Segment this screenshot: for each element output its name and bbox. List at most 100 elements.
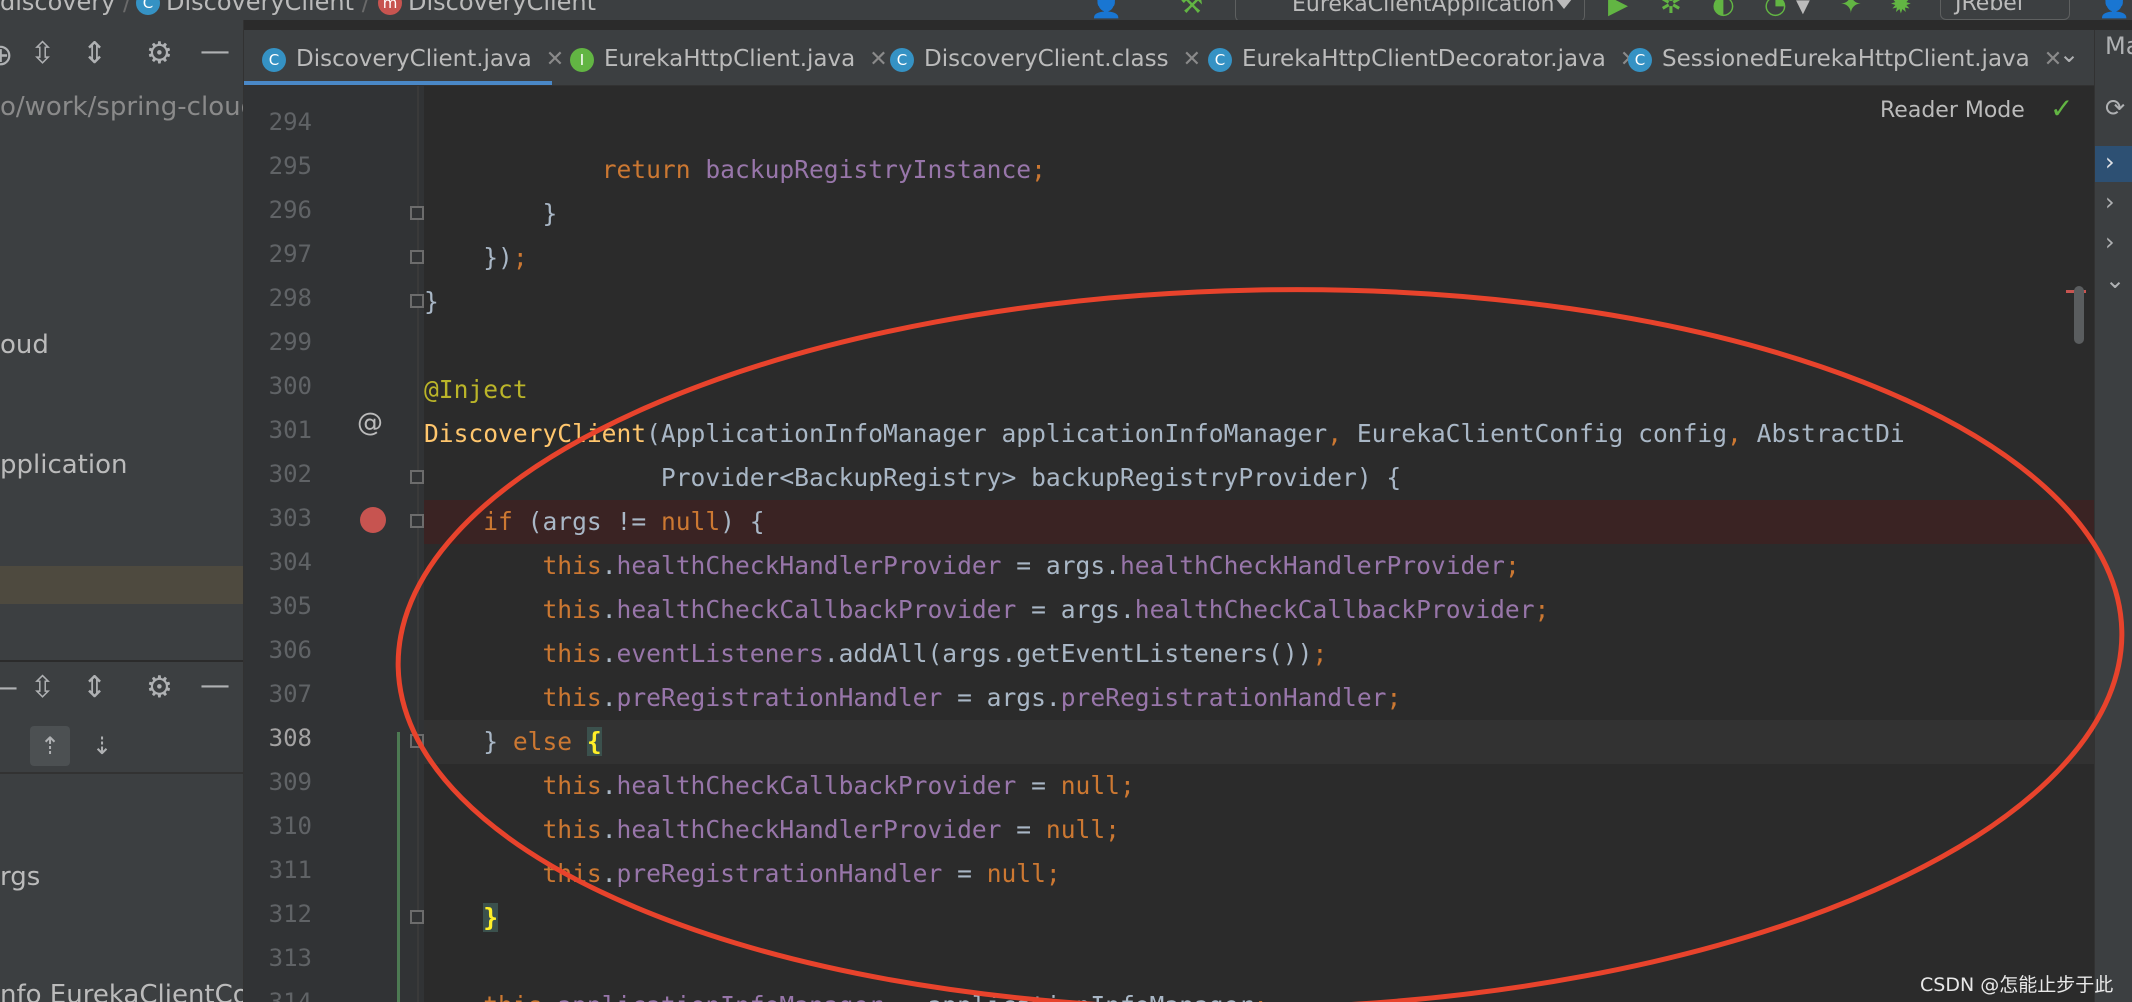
code-line[interactable]: this.healthCheckCallbackProvider = null; — [424, 764, 2094, 808]
code-line[interactable]: DiscoveryClient(ApplicationInfoManager a… — [424, 412, 2094, 456]
line-number: 296 — [268, 196, 312, 224]
locate-icon[interactable]: ⊕ — [0, 38, 13, 73]
vcs-change-marker[interactable] — [397, 732, 400, 1002]
line-number: 307 — [268, 680, 312, 708]
code-editor[interactable]: 294 295 296 297 298 299 300 301 302 303 … — [244, 86, 2094, 1002]
close-icon[interactable]: ✕ — [869, 47, 887, 72]
code-line[interactable]: this.preRegistrationHandler = args.preRe… — [424, 676, 2094, 720]
code-line[interactable]: }); — [424, 236, 2094, 280]
debug-icon[interactable]: ✲ — [1660, 0, 1682, 20]
tab-eurekahttpclient-java[interactable]: I EurekaHttpClient.java ✕ — [570, 30, 888, 85]
code-line[interactable]: } — [424, 896, 2094, 940]
code-line[interactable]: this.preRegistrationHandler = null; — [424, 852, 2094, 896]
chevron-down-icon[interactable]: ⌄ — [2105, 266, 2125, 294]
close-icon[interactable]: ✕ — [546, 47, 564, 72]
code-line[interactable]: this.eventListeners.addAll(args.getEvent… — [424, 632, 2094, 676]
code-line[interactable]: @Inject — [424, 368, 2094, 412]
jrebel-select[interactable]: JRebel — [1940, 0, 2070, 20]
hide-icon[interactable]: — — [200, 668, 230, 703]
code-line[interactable] — [424, 104, 2094, 148]
hide-icon[interactable]: — — [200, 34, 230, 69]
tree-item-cloud[interactable]: oud — [0, 330, 49, 360]
code-line[interactable]: return backupRegistryInstance; — [424, 148, 2094, 192]
code-line[interactable]: this.healthCheckHandlerProvider = args.h… — [424, 544, 2094, 588]
breadcrumb-class[interactable]: C DiscoveryClient / — [136, 0, 370, 16]
code-line[interactable]: } — [424, 192, 2094, 236]
chevron-down-icon[interactable]: ▼ — [1796, 0, 1810, 17]
code-line[interactable] — [424, 324, 2094, 368]
code-line[interactable] — [424, 940, 2094, 984]
collapse-all-icon[interactable]: ⇕ — [82, 670, 107, 705]
gear-icon[interactable]: ⚙ — [146, 36, 173, 71]
line-number: 302 — [268, 460, 312, 488]
gear-icon[interactable]: ⚙ — [146, 670, 173, 705]
line-number: 312 — [268, 900, 312, 928]
expand-all-icon[interactable]: ⇳ — [30, 670, 55, 705]
coverage-icon[interactable]: ◐ — [1712, 0, 1735, 20]
run-configuration-select[interactable]: EurekaClientApplication — [1235, 0, 1585, 20]
vertical-scrollbar[interactable] — [2074, 286, 2084, 344]
line-number: 297 — [268, 240, 312, 268]
selected-tree-row[interactable] — [0, 566, 243, 604]
tab-sessionedeurekahttpclient-java[interactable]: C SessionedEurekaHttpClient.java ✕ — [1628, 30, 2062, 85]
breadcrumb-module[interactable]: discovery / — [0, 0, 131, 16]
hide-icon[interactable]: — — [0, 670, 18, 705]
project-toolbar: ⊕ ⇳ ⇕ ⚙ — — [0, 30, 243, 92]
line-number: 303 — [268, 504, 312, 532]
tab-discoveryclient-class[interactable]: C DiscoveryClient.class ✕ — [890, 30, 1201, 85]
step-into-icon[interactable]: ⇣ — [82, 726, 122, 766]
left-tool-window: ⊕ ⇳ ⇕ ⚙ — o/work/spring-cloud oud pplica… — [0, 20, 244, 1002]
line-number: 309 — [268, 768, 312, 796]
panel-divider — [0, 660, 243, 662]
close-icon[interactable]: ✕ — [1183, 47, 1201, 72]
fold-marker-icon[interactable] — [410, 514, 424, 528]
user-icon[interactable]: 👤 — [1090, 0, 1122, 20]
line-number: 300 — [268, 372, 312, 400]
fold-marker-icon[interactable] — [410, 250, 424, 264]
variable-info[interactable]: nfo EurekaClientCo — [0, 980, 243, 1002]
line-number: 301 — [268, 416, 312, 444]
collapse-all-icon[interactable]: ⇕ — [82, 36, 107, 71]
code-line[interactable]: } — [424, 280, 2094, 324]
profile-icon[interactable]: ◔ — [1764, 0, 1787, 20]
account-icon[interactable]: 👤 — [2098, 0, 2130, 20]
chevron-right-icon[interactable]: › — [2105, 148, 2115, 176]
chevron-right-icon[interactable]: › — [2105, 228, 2115, 256]
fold-marker-icon[interactable] — [410, 470, 424, 484]
expand-all-icon[interactable]: ⇳ — [30, 36, 55, 71]
code-line[interactable]: this.healthCheckHandlerProvider = null; — [424, 808, 2094, 852]
breadcrumb-method[interactable]: m DiscoveryClient — [378, 0, 596, 16]
chevron-right-icon[interactable]: › — [2105, 188, 2115, 216]
jrebel-run-icon[interactable]: ✦ — [1840, 0, 1862, 20]
reader-mode-toggle[interactable]: Reader Mode — [1880, 98, 2025, 123]
breakpoint-line[interactable]: if (args != null) { — [424, 500, 2094, 544]
code-line[interactable]: Provider<BackupRegistry> backupRegistryP… — [424, 456, 2094, 500]
line-number: 294 — [268, 108, 312, 136]
fold-marker-icon[interactable] — [410, 206, 424, 220]
line-number: 313 — [268, 944, 312, 972]
build-hammer-icon[interactable]: ⚒ — [1180, 0, 1203, 20]
run-icon[interactable]: ▶ — [1608, 0, 1628, 20]
breakpoint-icon[interactable] — [360, 507, 386, 533]
current-line[interactable]: } else { — [424, 720, 2094, 764]
tab-discoveryclient-java[interactable]: C DiscoveryClient.java ✕ — [262, 30, 564, 85]
fold-marker-icon[interactable] — [410, 910, 424, 924]
fold-marker-icon[interactable] — [410, 734, 424, 748]
tree-item-application[interactable]: pplication — [0, 450, 128, 480]
code-line[interactable]: this.healthCheckCallbackProvider = args.… — [424, 588, 2094, 632]
jrebel-debug-icon[interactable]: ✹ — [1890, 0, 1912, 20]
class-icon: C — [136, 0, 160, 15]
code-line[interactable]: this.applicationInfoManager = applicatio… — [424, 984, 2094, 1002]
check-icon[interactable]: ✓ — [2050, 92, 2073, 125]
maven-label[interactable]: Ma — [2105, 32, 2132, 60]
inject-annotation-icon[interactable]: @ — [357, 408, 383, 438]
variable-args[interactable]: rgs — [0, 862, 40, 892]
refresh-icon[interactable]: ⟳ — [2105, 94, 2125, 122]
class-icon: C — [1208, 47, 1232, 72]
chevron-down-icon[interactable]: ⌄ — [2059, 40, 2079, 68]
line-number: 308 — [268, 724, 312, 752]
fold-marker-icon[interactable] — [410, 294, 424, 308]
step-out-icon[interactable]: ⇡ — [30, 726, 70, 766]
tab-eurekahttpclientdecorator-java[interactable]: CEurekaHttpClientDecorator.java✕ — [1208, 30, 1638, 85]
debug-divider — [0, 772, 243, 774]
